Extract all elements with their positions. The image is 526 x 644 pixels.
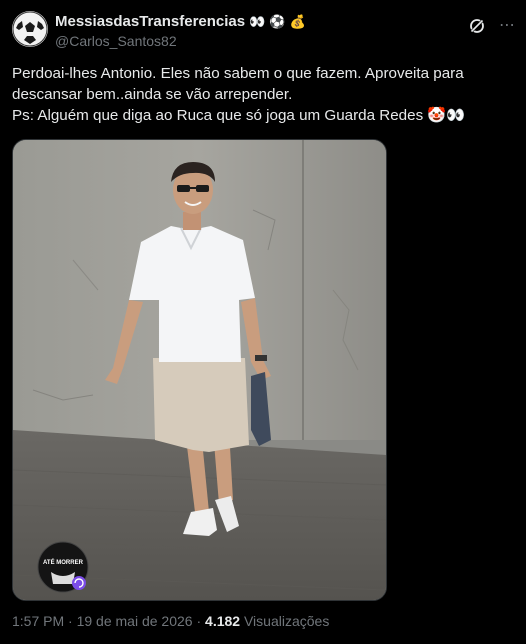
views-count: 4.182 (205, 613, 241, 629)
photo-illustration: ATÉ MORRER (13, 140, 386, 600)
tweet-header: MessiasdasTransferencias 👀 ⚽ 💰 @Carlos_S… (12, 11, 516, 51)
tweet-photo[interactable]: ATÉ MORRER (12, 139, 387, 601)
avatar[interactable] (12, 11, 48, 47)
soccer-ball-icon (12, 11, 48, 47)
tweet-text: Perdoai-lhes Antonio. Eles não sabem o q… (12, 63, 512, 126)
tweet-line-1: Perdoai-lhes Antonio. Eles não sabem o q… (12, 65, 464, 103)
tweet-date[interactable]: 19 de mai de 2026 (77, 613, 193, 629)
soccer-emoji: ⚽ (269, 14, 286, 29)
user-handle[interactable]: @Carlos_Santos82 (55, 33, 177, 49)
meta-separator-1: · (68, 613, 73, 629)
more-icon[interactable]: ⋯ (499, 15, 516, 35)
tweet-time[interactable]: 1:57 PM (12, 613, 64, 629)
meta-separator-2: · (196, 613, 202, 629)
watermark-logo: ATÉ MORRER (37, 541, 89, 593)
eyes-emoji: 👀 (249, 14, 266, 29)
money-bag-emoji: 💰 (289, 14, 306, 29)
grok-icon[interactable] (468, 17, 486, 35)
display-name[interactable]: MessiasdasTransferencias (55, 13, 245, 30)
tweet-line-2: Ps: Alguém que diga ao Ruca que só joga … (12, 107, 466, 124)
views-label: Visualizações (243, 613, 330, 629)
watermark-text: ATÉ MORRER (43, 558, 84, 566)
tweet-meta: 1:57 PM · 19 de mai de 2026 · 4.182 Visu… (12, 613, 329, 629)
